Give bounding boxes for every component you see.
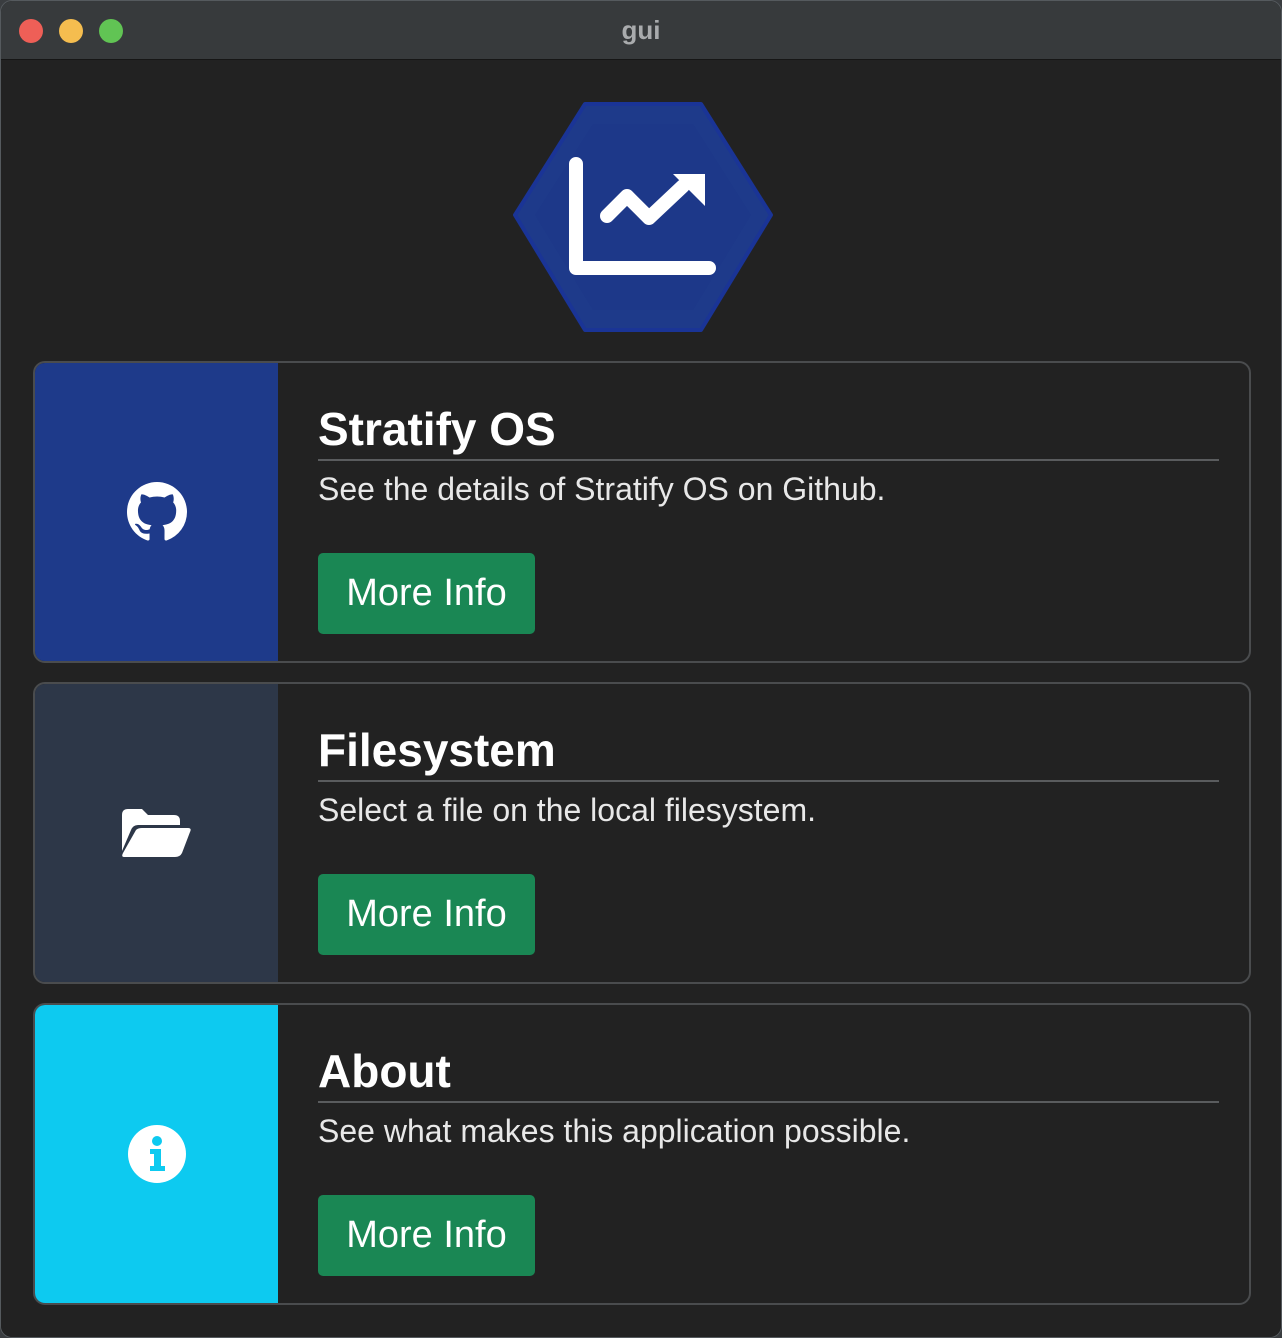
card-body: Filesystem Select a file on the local fi… bbox=[318, 684, 1219, 982]
github-icon bbox=[126, 482, 187, 541]
card-body: Stratify OS See the details of Stratify … bbox=[318, 363, 1219, 661]
card-description: Select a file on the local filesystem. bbox=[318, 792, 817, 828]
card-description: See the details of Stratify OS on Github… bbox=[318, 471, 886, 507]
window-title: gui bbox=[621, 15, 661, 45]
card-about: About See what makes this application po… bbox=[33, 1003, 1251, 1305]
more-info-button-stratify-os[interactable]: More Info bbox=[318, 553, 535, 634]
card-icon-panel bbox=[35, 684, 278, 982]
card-icon-panel bbox=[35, 1005, 278, 1303]
card-title: Filesystem bbox=[318, 722, 1219, 782]
info-circle-icon bbox=[127, 1125, 186, 1183]
card-title: About bbox=[318, 1043, 1219, 1103]
card-description: See what makes this application possible… bbox=[318, 1113, 911, 1149]
card-filesystem: Filesystem Select a file on the local fi… bbox=[33, 682, 1251, 984]
chart-line-icon bbox=[513, 102, 773, 332]
folder-open-icon bbox=[121, 809, 191, 857]
card-title: Stratify OS bbox=[318, 401, 1219, 461]
card-icon-panel bbox=[35, 363, 278, 661]
main-content: Stratify OS See the details of Stratify … bbox=[1, 60, 1281, 1337]
more-info-button-filesystem[interactable]: More Info bbox=[318, 874, 535, 955]
card-stratify-os: Stratify OS See the details of Stratify … bbox=[33, 361, 1251, 663]
card-body: About See what makes this application po… bbox=[318, 1005, 1219, 1303]
more-info-button-about[interactable]: More Info bbox=[318, 1195, 535, 1276]
title-bar: gui bbox=[1, 1, 1281, 60]
app-window: gui Stratify OS See the details of Strat… bbox=[0, 0, 1282, 1338]
